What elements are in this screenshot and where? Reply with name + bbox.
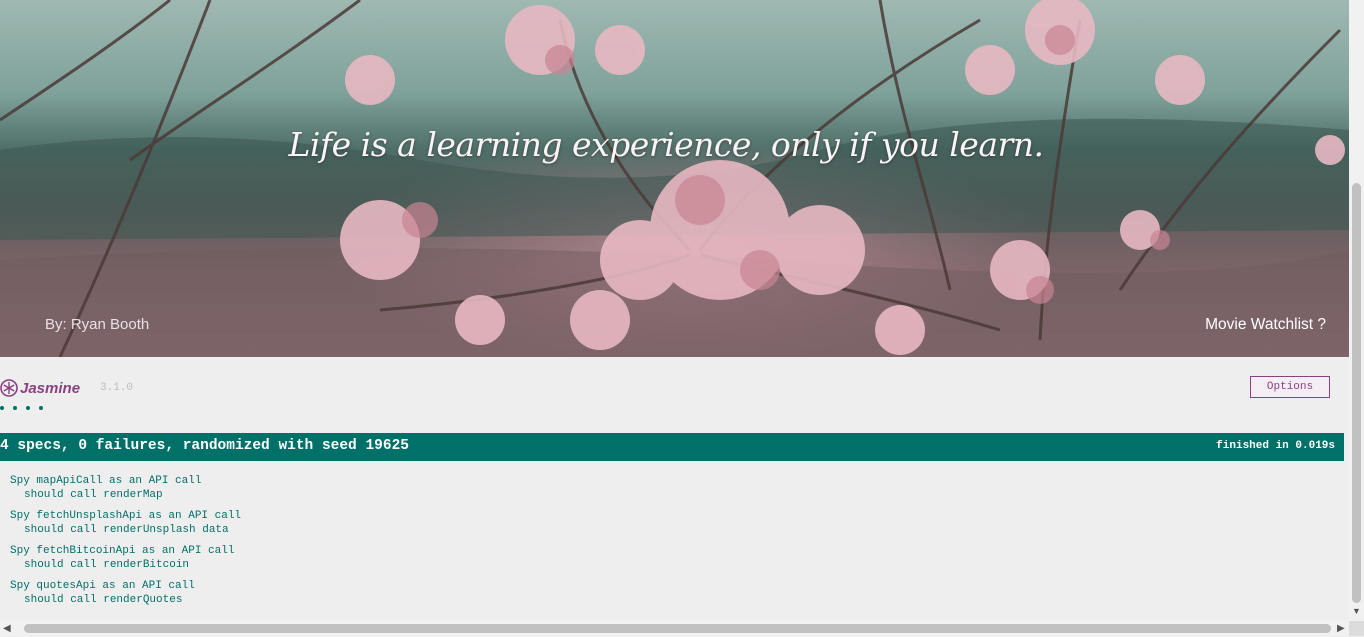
vertical-scrollbar[interactable]: ▼	[1349, 0, 1364, 621]
suite: Spy fetchUnsplashApi as an API call shou…	[10, 509, 241, 544]
spec-passed-dot[interactable]	[0, 406, 4, 410]
author-credit: By: Ryan Booth	[45, 316, 150, 333]
suite: Spy quotesApi as an API call should call…	[10, 579, 241, 614]
scroll-down-arrow-icon[interactable]: ▼	[1352, 607, 1361, 616]
spec-status-dots	[0, 405, 43, 413]
jasmine-flower-icon	[0, 379, 18, 397]
horizontal-scrollbar[interactable]: ◀ ▶	[0, 621, 1349, 636]
spec-link[interactable]: should call renderQuotes	[10, 593, 241, 607]
suite-title-link[interactable]: Spy mapApiCall as an API call	[10, 474, 241, 488]
suite: Spy mapApiCall as an API call should cal…	[10, 474, 241, 509]
flower-background-image	[0, 0, 1349, 357]
suite-title-link[interactable]: Spy fetchUnsplashApi as an API call	[10, 509, 241, 523]
suite-title-link[interactable]: Spy fetchBitcoinApi as an API call	[10, 544, 241, 558]
scrollbar-corner	[1349, 621, 1364, 636]
vertical-scrollbar-thumb[interactable]	[1352, 183, 1361, 603]
suite-list: Spy mapApiCall as an API call should cal…	[10, 474, 241, 614]
jasmine-version: 3.1.0	[100, 382, 134, 394]
scroll-right-arrow-icon[interactable]: ▶	[1337, 623, 1345, 634]
spec-passed-dot[interactable]	[39, 406, 43, 410]
movie-watchlist-link[interactable]: Movie Watchlist ?	[1205, 316, 1326, 334]
suite-title-link[interactable]: Spy quotesApi as an API call	[10, 579, 241, 593]
results-summary-bar: 4 specs, 0 failures, randomized with see…	[0, 433, 1344, 461]
jasmine-logo[interactable]: Jasmine	[0, 379, 80, 397]
horizontal-scrollbar-thumb[interactable]	[24, 624, 1331, 633]
suite: Spy fetchBitcoinApi as an API call shoul…	[10, 544, 241, 579]
spec-link[interactable]: should call renderBitcoin	[10, 558, 241, 572]
results-summary: 4 specs, 0 failures, randomized with see…	[0, 438, 409, 454]
options-button[interactable]: Options	[1250, 376, 1330, 398]
jasmine-banner: Jasmine 3.1.0 Options	[0, 376, 1349, 404]
spec-link[interactable]: should call renderUnsplash data	[10, 523, 241, 537]
spec-passed-dot[interactable]	[26, 406, 30, 410]
jasmine-logo-text: Jasmine	[20, 379, 81, 397]
hero-banner: Life is a learning experience, only if y…	[0, 0, 1349, 357]
scroll-left-arrow-icon[interactable]: ◀	[3, 623, 11, 634]
spec-passed-dot[interactable]	[13, 406, 17, 410]
spec-link[interactable]: should call renderMap	[10, 488, 241, 502]
run-duration: finished in 0.019s	[1216, 440, 1335, 452]
hero-quote: Life is a learning experience, only if y…	[288, 125, 1044, 164]
